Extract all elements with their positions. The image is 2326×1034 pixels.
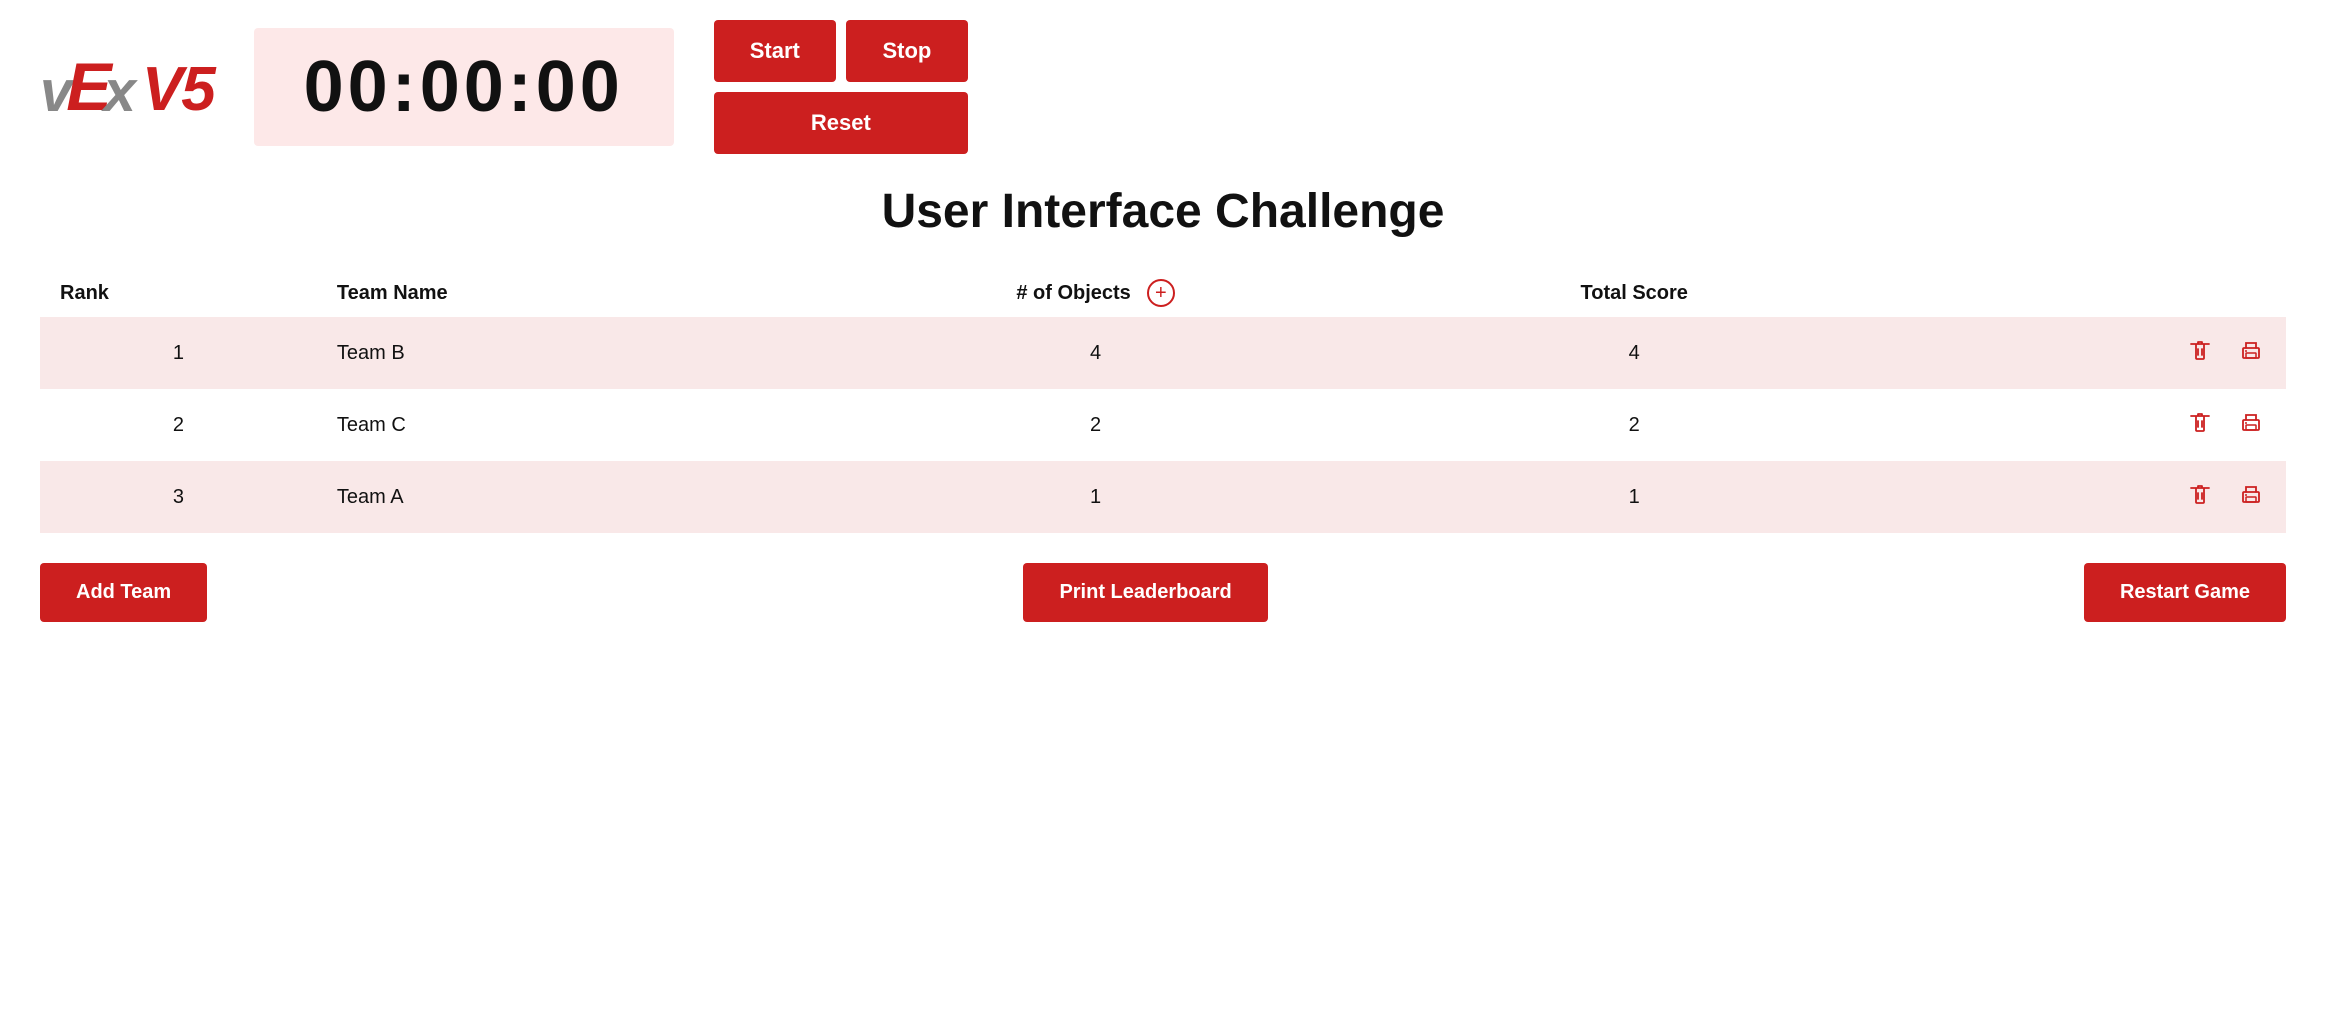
cell-team-name: Team C	[317, 389, 787, 461]
timer-display: 00:00:00	[254, 28, 674, 146]
cell-team-name: Team A	[317, 461, 787, 533]
cell-actions	[1864, 317, 2286, 389]
logo-x: x	[104, 63, 134, 121]
bottom-bar: Add Team Print Leaderboard Restart Game	[40, 563, 2286, 622]
add-team-button[interactable]: Add Team	[40, 563, 207, 622]
logo-text: v E x V5	[40, 53, 214, 121]
table-header: Rank Team Name # of Objects + Total Scor…	[40, 269, 2286, 317]
restart-game-button[interactable]: Restart Game	[2084, 563, 2286, 622]
cell-score: 4	[1405, 317, 1864, 389]
start-button[interactable]: Start	[714, 20, 836, 82]
logo-v5: V5	[142, 59, 214, 121]
control-buttons: Start Stop Reset	[714, 20, 968, 154]
col-total-score: Total Score	[1405, 269, 1864, 317]
cell-score: 1	[1405, 461, 1864, 533]
cell-score: 2	[1405, 389, 1864, 461]
table-header-row: Rank Team Name # of Objects + Total Scor…	[40, 269, 2286, 317]
col-objects: # of Objects +	[787, 269, 1405, 317]
stop-button[interactable]: Stop	[846, 20, 968, 82]
delete-row-button[interactable]	[2186, 479, 2214, 515]
col-objects-label: # of Objects	[1016, 282, 1130, 305]
col-actions	[1864, 269, 2286, 317]
cell-actions	[1864, 461, 2286, 533]
print-row-button[interactable]	[2236, 481, 2266, 515]
cell-rank: 1	[40, 317, 317, 389]
cell-rank: 2	[40, 389, 317, 461]
header: v E x V5 00:00:00 Start Stop Reset	[40, 20, 2286, 154]
cell-team-name: Team B	[317, 317, 787, 389]
add-object-icon[interactable]: +	[1147, 279, 1175, 307]
cell-objects: 1	[787, 461, 1405, 533]
print-leaderboard-button[interactable]: Print Leaderboard	[1023, 563, 1267, 622]
print-row-button[interactable]	[2236, 409, 2266, 443]
col-rank: Rank	[40, 269, 317, 317]
page-title: User Interface Challenge	[40, 184, 2286, 239]
table-row: 3 Team A 1 1	[40, 461, 2286, 533]
delete-row-button[interactable]	[2186, 407, 2214, 443]
leaderboard-table: Rank Team Name # of Objects + Total Scor…	[40, 269, 2286, 533]
cell-objects: 2	[787, 389, 1405, 461]
print-row-button[interactable]	[2236, 337, 2266, 371]
cell-objects: 4	[787, 317, 1405, 389]
vex-logo: v E x V5	[40, 53, 214, 121]
table-row: 2 Team C 2 2	[40, 389, 2286, 461]
delete-row-button[interactable]	[2186, 335, 2214, 371]
table-body: 1 Team B 4 4	[40, 317, 2286, 533]
col-team-name: Team Name	[317, 269, 787, 317]
table-row: 1 Team B 4 4	[40, 317, 2286, 389]
cell-actions	[1864, 389, 2286, 461]
timer-value: 00:00:00	[304, 47, 624, 127]
reset-button[interactable]: Reset	[714, 92, 968, 154]
cell-rank: 3	[40, 461, 317, 533]
